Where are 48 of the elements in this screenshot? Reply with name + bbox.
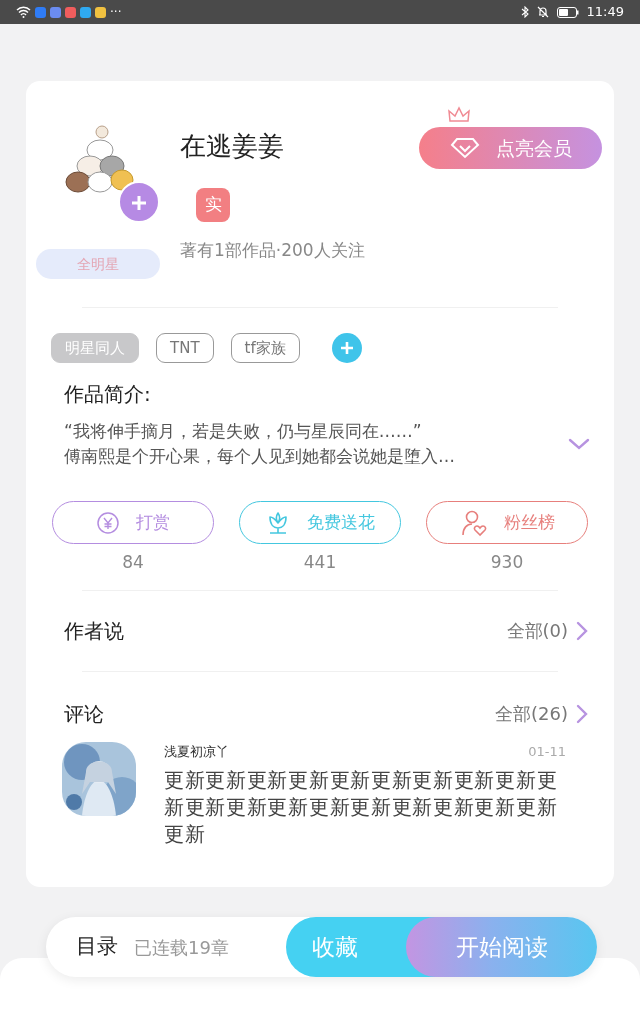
yen-coin-icon	[96, 510, 120, 535]
send-flower-button[interactable]: 免费送花	[239, 501, 401, 544]
author-stats: 著有1部作品·200人关注	[180, 239, 365, 262]
app-icon	[35, 6, 46, 18]
fan-ranking-button[interactable]: 粉丝榜	[426, 501, 588, 544]
medal-badge: 全明星	[36, 249, 160, 279]
clock-time: 11:49	[586, 3, 624, 22]
comment-text: 更新更新更新更新更新更新更新更新更新更新更新更新更新更新更新更新更新更新更新更新	[164, 767, 559, 848]
comment-date: 01-11	[528, 742, 566, 761]
commenter-name: 浅夏初凉丫	[164, 742, 229, 761]
table-of-contents-button[interactable]: 目录	[70, 930, 124, 964]
tag-chip[interactable]: tf家族	[230, 333, 300, 363]
tag-chip[interactable]: TNT	[156, 333, 214, 363]
count-label: 930	[489, 551, 525, 574]
chevron-right-icon[interactable]	[576, 620, 588, 641]
reward-button[interactable]: 打赏	[52, 501, 214, 544]
app-icon	[65, 6, 76, 18]
plus-icon	[339, 341, 354, 355]
chapter-count: 已连载19章	[134, 935, 229, 960]
bell-off-icon	[536, 6, 549, 18]
intro-text: “我将伸手摘月，若是失败，仍与星辰同在……”	[64, 420, 422, 443]
person-heart-icon	[459, 508, 488, 537]
vip-button[interactable]: 点亮会员	[419, 127, 602, 169]
battery-icon	[556, 6, 579, 18]
add-tag-button[interactable]	[331, 333, 362, 363]
crown-icon	[447, 105, 471, 125]
count-label: 441	[302, 551, 338, 574]
app-icon	[50, 6, 61, 18]
app-icon	[95, 6, 106, 18]
count-label: 84	[121, 551, 145, 574]
plus-icon	[130, 193, 148, 212]
cat-pile-drawing	[64, 124, 136, 194]
start-reading-button[interactable]: 开始阅读	[406, 917, 597, 977]
chevron-right-icon[interactable]	[576, 703, 588, 724]
app-icon	[80, 6, 91, 18]
diamond-icon	[449, 137, 480, 159]
bluetooth-icon	[520, 6, 529, 18]
author-notes-heading: 作者说	[64, 617, 124, 645]
verified-badge: 实	[196, 188, 230, 222]
chevron-down-icon[interactable]	[568, 437, 590, 451]
view-all-link[interactable]: 全部(26)	[495, 700, 588, 727]
intro-heading: 作品简介:	[64, 381, 151, 408]
more-indicator: ···	[110, 4, 122, 21]
wifi-icon	[16, 6, 31, 18]
author-name: 在逃姜姜	[180, 130, 284, 163]
intro-text: 傅南熙是个开心果，每个人见到她都会说她是堕入…	[64, 445, 455, 468]
comments-heading: 评论	[64, 700, 104, 728]
view-all-link[interactable]: 全部(0)	[506, 617, 588, 644]
